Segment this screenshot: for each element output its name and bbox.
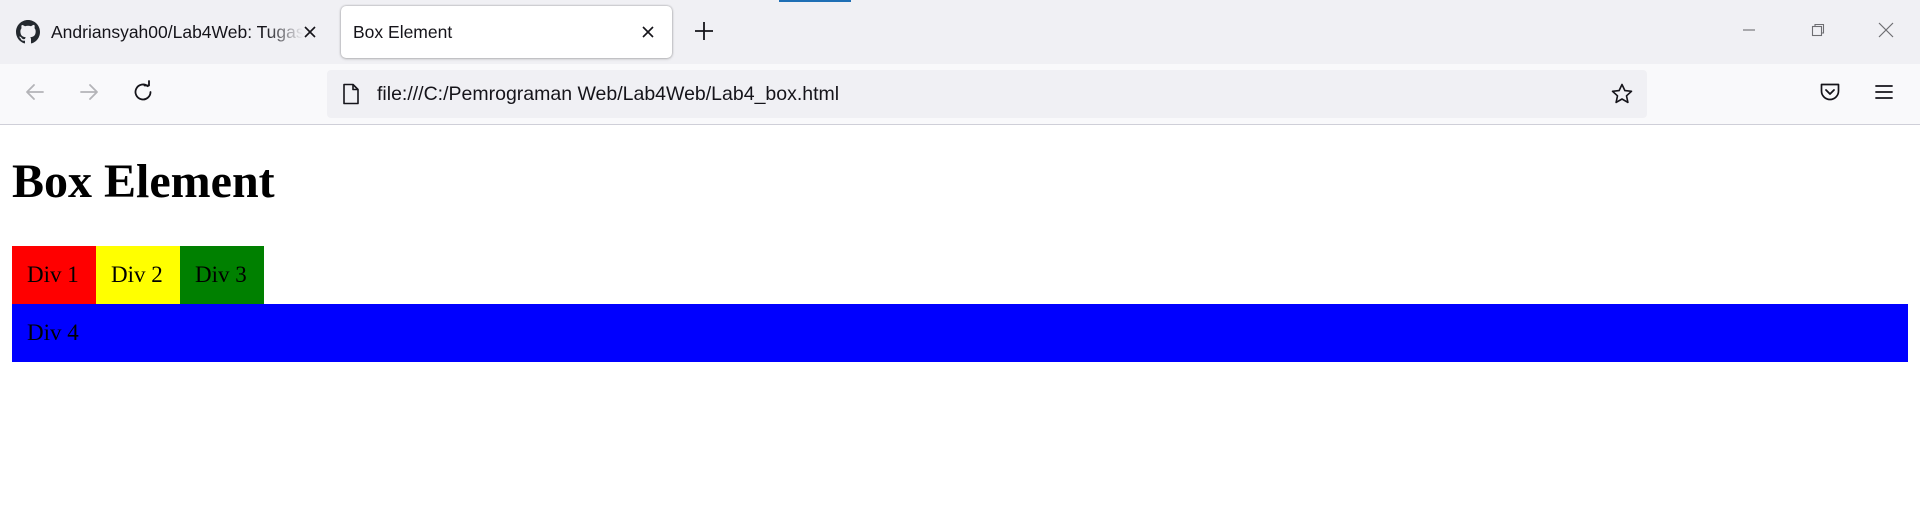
minimize-icon <box>1741 22 1757 43</box>
page-title: Box Element <box>12 155 275 208</box>
arrow-right-icon <box>78 81 100 108</box>
close-icon <box>1877 21 1895 44</box>
box-div-2: Div 2 <box>96 246 180 304</box>
close-icon[interactable] <box>636 20 660 44</box>
box-div-1: Div 1 <box>12 246 96 304</box>
tab-strip: Andriansyah00/Lab4Web: Tugas Box Element <box>0 0 1920 64</box>
hamburger-menu-icon <box>1873 81 1895 108</box>
tab-box-element[interactable]: Box Element <box>341 6 672 58</box>
url-text[interactable]: file:///C:/Pemrograman Web/Lab4Web/Lab4_… <box>377 83 839 106</box>
navigation-toolbar: file:///C:/Pemrograman Web/Lab4Web/Lab4_… <box>0 64 1920 125</box>
forward-button[interactable] <box>73 78 105 110</box>
back-button[interactable] <box>19 78 51 110</box>
tab-title: Andriansyah00/Lab4Web: Tugas <box>51 21 303 42</box>
box-div-4: Div 4 <box>12 304 1908 362</box>
arrow-left-icon <box>24 81 46 108</box>
close-window-button[interactable] <box>1866 14 1906 50</box>
menu-button[interactable] <box>1868 78 1900 110</box>
page-icon <box>338 81 364 107</box>
plus-icon <box>693 20 715 47</box>
restore-icon <box>1810 22 1826 43</box>
page-content: Box Element Div 1 Div 2 Div 3 Div 4 <box>0 125 1920 517</box>
star-icon[interactable] <box>1608 80 1636 108</box>
box-div-3: Div 3 <box>180 246 264 304</box>
github-icon <box>15 19 41 45</box>
reload-icon <box>131 79 155 109</box>
new-tab-button[interactable] <box>690 19 718 47</box>
pocket-button[interactable] <box>1814 78 1846 110</box>
address-bar[interactable]: file:///C:/Pemrograman Web/Lab4Web/Lab4_… <box>327 70 1647 118</box>
restore-button[interactable] <box>1798 14 1838 50</box>
tab-strip-accent-line <box>779 0 851 2</box>
tab-title: Box Element <box>353 21 453 42</box>
close-icon[interactable] <box>298 20 322 44</box>
minimize-button[interactable] <box>1729 14 1769 50</box>
pocket-icon <box>1818 80 1842 109</box>
tab-github[interactable]: Andriansyah00/Lab4Web: Tugas <box>4 6 326 58</box>
reload-button[interactable] <box>127 78 159 110</box>
